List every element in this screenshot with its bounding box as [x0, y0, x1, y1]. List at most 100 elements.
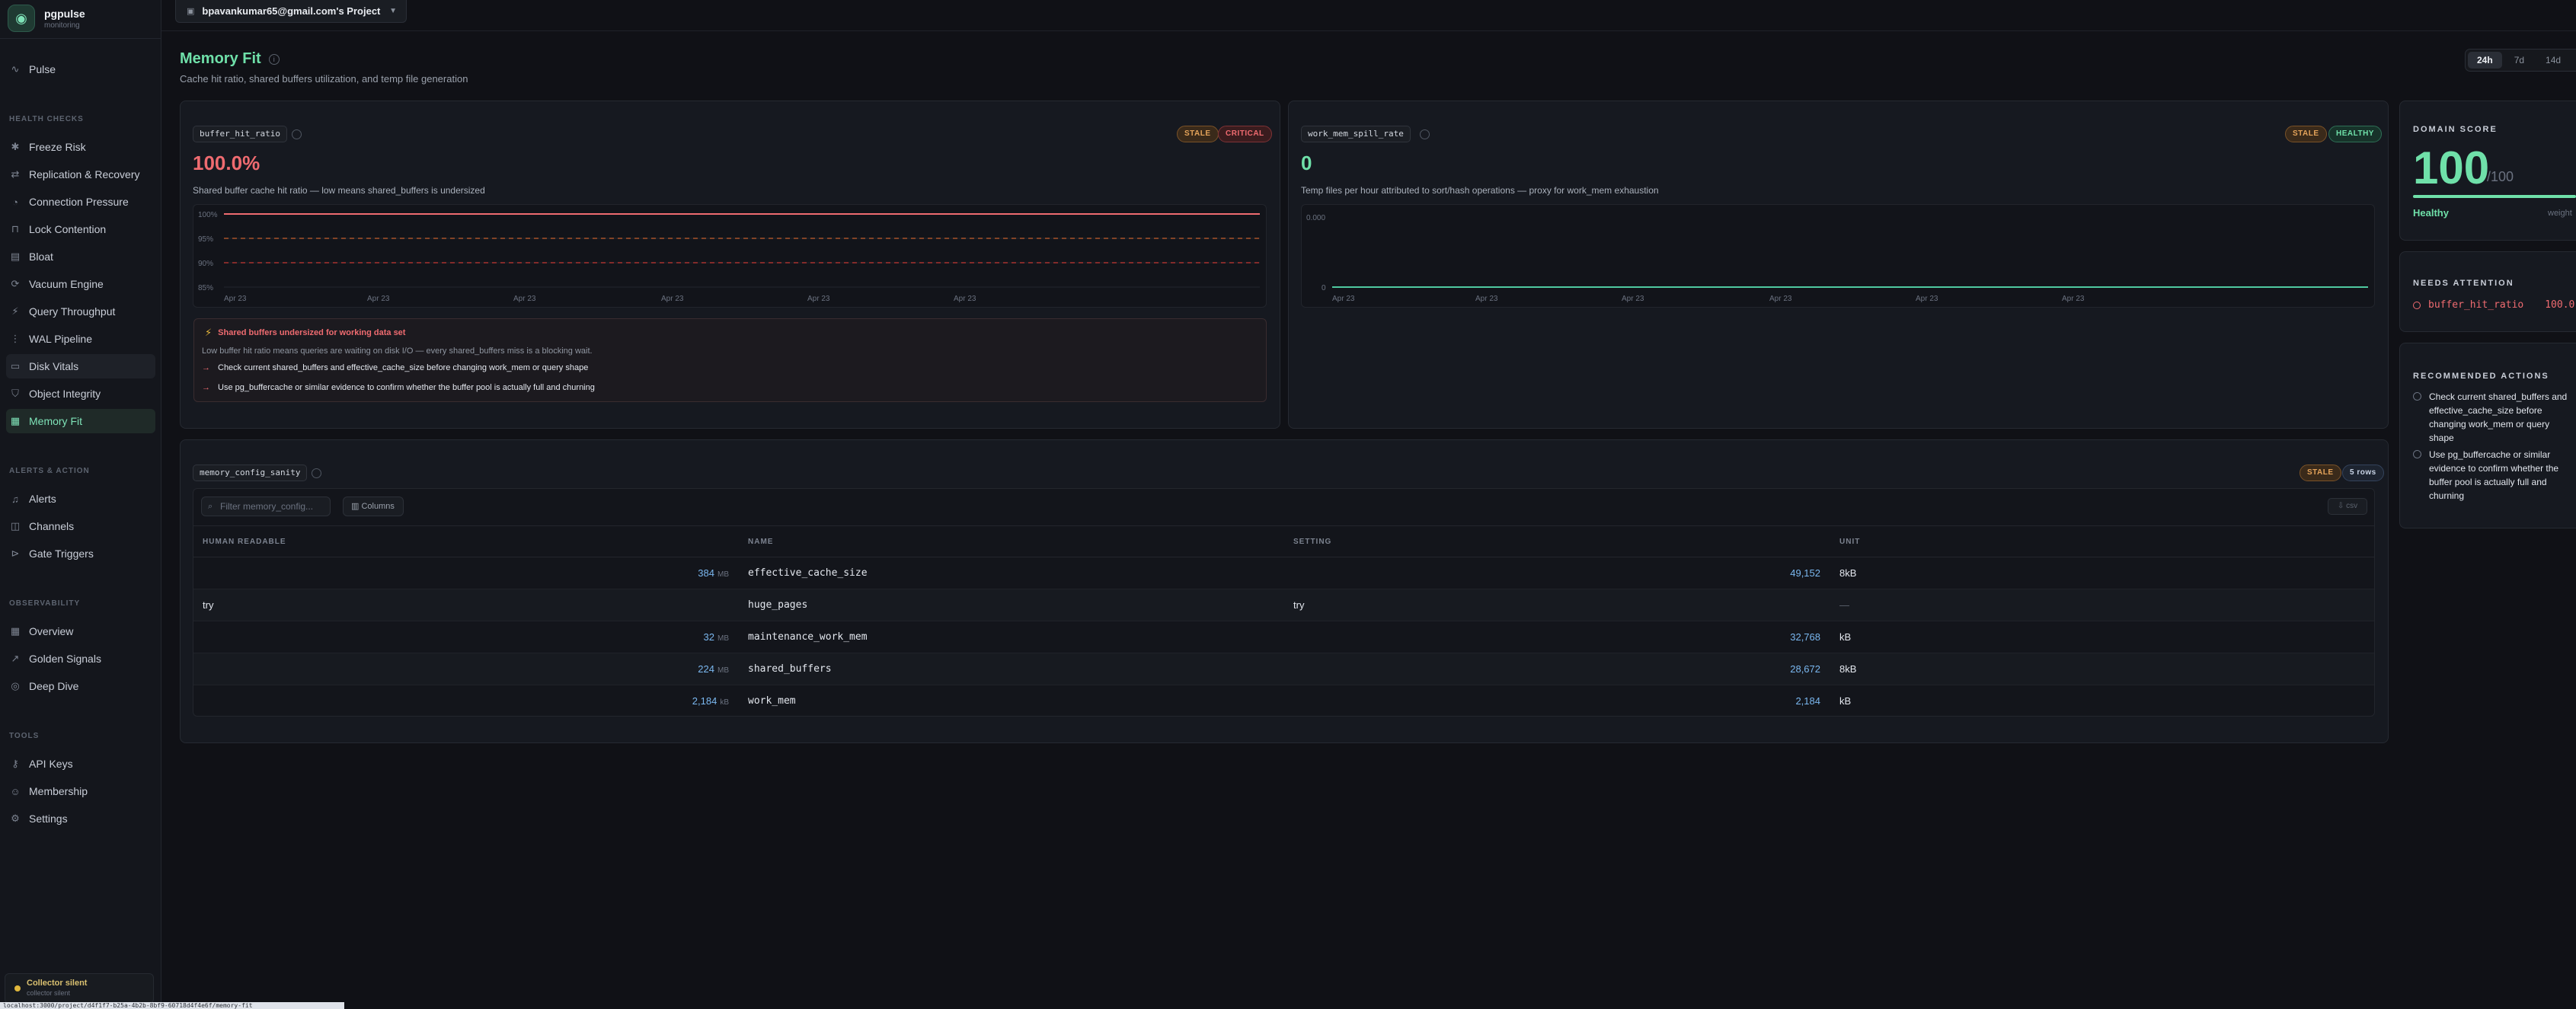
- cell-human-unit: kB: [720, 698, 729, 707]
- nav-replication[interactable]: ⇄ Replication & Recovery: [6, 162, 155, 187]
- nav-disk-vitals[interactable]: ▭ Disk Vitals: [6, 354, 155, 378]
- nav-deep-dive[interactable]: ◎ Deep Dive: [6, 674, 155, 698]
- alert-circle-icon: [2413, 301, 2421, 309]
- metric-value: 100.0%: [193, 152, 260, 174]
- x-tick-label: Apr 23: [224, 295, 247, 303]
- status-url: localhost:3000/project/d4f1f7-b25a-4b2b-…: [0, 1002, 344, 1009]
- project-label: bpavankumar65@gmail.com's Project: [202, 5, 381, 17]
- nav-settings[interactable]: ⚙ Settings: [6, 806, 155, 831]
- metric-tag: buffer_hit_ratio: [193, 126, 287, 142]
- gear-icon: ⚙: [11, 813, 20, 824]
- range-option[interactable]: 14d: [2536, 52, 2570, 69]
- col-header-unit[interactable]: UNIT: [1839, 538, 1860, 546]
- alert-step-text: Check current shared_buffers and effecti…: [218, 363, 589, 372]
- nav-label: Replication & Recovery: [29, 168, 140, 180]
- info-icon[interactable]: [312, 468, 321, 478]
- table-row[interactable]: 224 MB shared_buffers 28,672 8kB: [193, 653, 2374, 685]
- action-circle-icon: [2413, 392, 2421, 401]
- x-tick-label: Apr 23: [807, 295, 830, 303]
- brand[interactable]: ◉ pgpulse monitoring: [8, 3, 85, 34]
- cell-setting: 2,184: [1795, 695, 1820, 707]
- nav-object-integrity[interactable]: ⛉ Object Integrity: [6, 382, 155, 406]
- recommended-action: Check current shared_buffers and effecti…: [2413, 390, 2576, 445]
- nav-overview[interactable]: ▦ Overview: [6, 619, 155, 643]
- nav-api-keys[interactable]: ⚷ API Keys: [6, 752, 155, 776]
- alert-step: → Use pg_buffercache or similar evidence…: [202, 383, 595, 392]
- nav-wal-pipeline[interactable]: ⋮ WAL Pipeline: [6, 327, 155, 351]
- range-option[interactable]: 30d: [2573, 52, 2576, 69]
- nav-label: Memory Fit: [29, 415, 82, 427]
- nav-gate-triggers[interactable]: ⊳ Gate Triggers: [6, 541, 155, 566]
- table-row[interactable]: 32 MB maintenance_work_mem 32,768 kB: [193, 621, 2374, 653]
- col-header-name[interactable]: NAME: [748, 538, 773, 546]
- info-icon[interactable]: [1420, 129, 1430, 139]
- config-table: ⌕ Filter memory_config... ▥ Columns ⇩ cs…: [193, 488, 2375, 717]
- memory-icon: ▦: [10, 415, 21, 426]
- nav-query-throughput[interactable]: ⚡ Query Throughput: [6, 299, 155, 324]
- vacuum-icon: ⟳: [11, 278, 20, 289]
- range-option[interactable]: 7d: [2505, 52, 2533, 69]
- columns-button[interactable]: ▥ Columns: [343, 497, 404, 516]
- table-row[interactable]: 384 MB effective_cache_size 49,152 8kB: [193, 557, 2374, 589]
- cell-name: shared_buffers: [748, 663, 832, 675]
- table-row[interactable]: 2,184 kB work_mem 2,184 kB: [193, 685, 2374, 717]
- info-icon[interactable]: [292, 129, 302, 139]
- y-tick-label: 95%: [198, 235, 213, 244]
- collector-title: Collector silent: [27, 979, 88, 988]
- nav-label: Disk Vitals: [29, 360, 79, 372]
- pipeline-icon: ⋮: [10, 333, 21, 344]
- attention-item[interactable]: buffer_hit_ratio 100.0: [2413, 299, 2574, 311]
- collector-subtitle: collector silent: [27, 989, 71, 997]
- cell-setting: try: [1293, 599, 1305, 611]
- col-header-human-readable[interactable]: HUMAN READABLE: [203, 538, 286, 546]
- x-tick-label: Apr 23: [1769, 295, 1792, 303]
- page-title-text: Memory Fit: [180, 50, 261, 67]
- recommended-action-text: Check current shared_buffers and effecti…: [2429, 391, 2568, 443]
- info-icon[interactable]: i: [268, 53, 280, 65]
- nav-golden-signals[interactable]: ↗ Golden Signals: [6, 647, 155, 671]
- nav-connection-pressure[interactable]: ◔ Connection Pressure: [6, 190, 155, 214]
- section-health-checks: HEALTH CHECKS: [9, 115, 84, 123]
- disk-icon: ▭: [10, 360, 21, 372]
- cell-unit: kB: [1839, 631, 1852, 643]
- section-alerts-action: ALERTS & ACTION: [9, 467, 90, 475]
- nav-freeze-risk[interactable]: ✱ Freeze Risk: [6, 135, 155, 159]
- nav-lock-contention[interactable]: ⊓ Lock Contention: [6, 217, 155, 241]
- chevron-down-icon: ▼: [389, 7, 397, 15]
- app-subtitle: monitoring: [44, 21, 80, 30]
- domain-score-status: Healthy: [2413, 207, 2449, 219]
- cell-human: try: [203, 599, 214, 611]
- nav-alerts[interactable]: ♫ Alerts: [6, 487, 155, 511]
- export-csv-button[interactable]: ⇩ csv: [2328, 498, 2367, 515]
- key-icon: ⚷: [11, 758, 19, 769]
- y-tick-label: 90%: [198, 260, 213, 268]
- table-row[interactable]: try huge_pages try —: [193, 589, 2374, 621]
- nav-bloat[interactable]: ▤ Bloat: [6, 244, 155, 269]
- cell-unit: —: [1839, 599, 1849, 611]
- bell-icon: ♫: [11, 493, 19, 505]
- alert-step: → Check current shared_buffers and effec…: [202, 363, 588, 372]
- nav-memory-fit[interactable]: ▦ Memory Fit: [6, 409, 155, 433]
- x-tick-label: Apr 23: [1475, 295, 1498, 303]
- stale-badge: STALE: [2300, 465, 2341, 481]
- filter-input[interactable]: ⌕ Filter memory_config...: [201, 497, 331, 516]
- replication-icon: ⇄: [11, 168, 20, 180]
- healthy-badge: HEALTHY: [2328, 126, 2382, 142]
- nav-vacuum-engine[interactable]: ⟳ Vacuum Engine: [6, 272, 155, 296]
- project-switcher[interactable]: ▣ bpavankumar65@gmail.com's Project ▼: [175, 0, 407, 23]
- range-option[interactable]: 24h: [2468, 52, 2502, 69]
- x-tick-label: Apr 23: [1916, 295, 1938, 303]
- nav-label: Vacuum Engine: [29, 278, 104, 290]
- nav-pulse[interactable]: ∿ Pulse: [6, 57, 155, 81]
- y-tick-label: 85%: [198, 284, 213, 292]
- collector-status[interactable]: Collector silent collector silent: [5, 973, 154, 1004]
- columns-label: Columns: [361, 502, 395, 511]
- sidebar: ◉ pgpulse monitoring ∿ Pulse HEALTH CHEC…: [0, 0, 161, 1009]
- nav-membership[interactable]: ☺ Membership: [6, 779, 155, 803]
- col-header-setting[interactable]: SETTING: [1293, 538, 1331, 546]
- nav-channels[interactable]: ◫ Channels: [6, 514, 155, 538]
- cell-human: 224 MB: [698, 653, 729, 685]
- nav-label: Golden Signals: [29, 653, 101, 665]
- recommended-action: Use pg_buffercache or similar evidence t…: [2413, 448, 2576, 503]
- x-tick-label: Apr 23: [1622, 295, 1644, 303]
